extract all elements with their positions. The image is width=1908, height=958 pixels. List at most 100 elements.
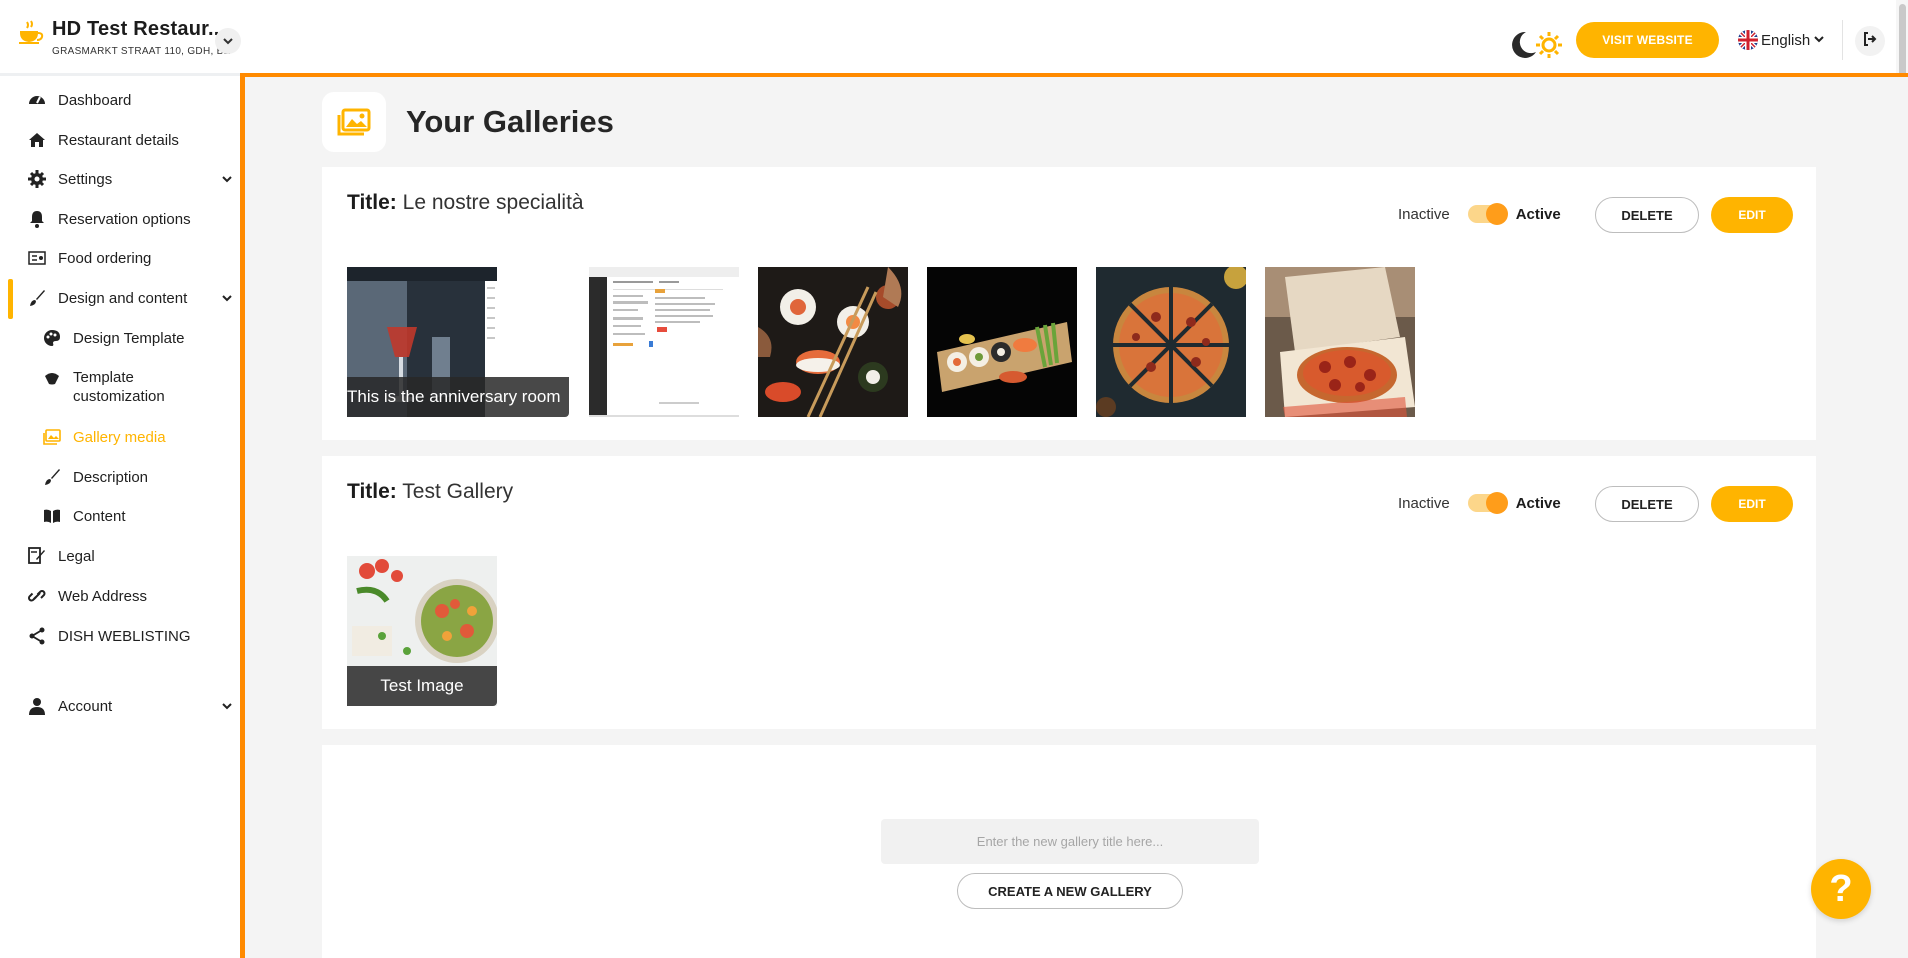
sidebar-item-legal[interactable]: Legal	[0, 538, 240, 574]
restaurant-address: GRASMARKT STRAAT 110, GDH, BE	[52, 46, 231, 57]
sidebar-item-label: Reservation options	[58, 210, 191, 228]
gallery-image[interactable]	[927, 267, 1077, 417]
sidebar-item-reservation-options[interactable]: Reservation options	[0, 201, 240, 237]
gallery-title-label: Title:	[347, 191, 397, 214]
gallery-image[interactable]	[589, 267, 739, 417]
top-bar: HD Test Restaur... GRASMARKT STRAAT 110,…	[0, 0, 1908, 76]
restaurant-switcher-button[interactable]	[215, 28, 241, 54]
coffee-cup-icon	[18, 20, 44, 46]
new-gallery-title-input[interactable]	[881, 819, 1259, 864]
edit-gallery-button[interactable]: EDIT	[1711, 486, 1793, 522]
sidebar-item-label: Food ordering	[58, 249, 152, 267]
sidebar-item-settings[interactable]: Settings	[0, 161, 240, 197]
moon-icon	[1508, 30, 1538, 65]
page-title: Your Galleries	[406, 104, 614, 139]
visit-website-button[interactable]: VISIT WEBSITE	[1576, 22, 1719, 58]
sidebar-item-label: Design Template	[73, 329, 185, 347]
chevron-down-icon	[220, 291, 234, 305]
eye-drop-icon	[43, 370, 61, 388]
gallery-image[interactable]: Test Image	[347, 556, 497, 706]
gallery-title: Title: Le nostre specialità	[347, 191, 584, 215]
gallery-status: Inactive Active	[1398, 203, 1561, 225]
sidebar-item-restaurant-details[interactable]: Restaurant details	[0, 122, 240, 158]
delete-gallery-button[interactable]: DELETE	[1595, 197, 1699, 233]
restaurant-name: HD Test Restaur...	[52, 18, 226, 40]
gallery-title-value: Le nostre specialità	[402, 191, 584, 214]
share-icon	[28, 627, 46, 645]
active-toggle[interactable]	[1467, 492, 1508, 514]
header-divider	[1842, 20, 1843, 60]
sidebar-item-template-customization[interactable]: Template customization	[0, 368, 240, 418]
page-header: Your Galleries	[322, 92, 614, 152]
sidebar-item-label: Settings	[58, 170, 113, 188]
bell-icon	[28, 210, 46, 228]
gallery-image[interactable]: This is the anniversary room	[347, 267, 569, 417]
food-icon	[28, 249, 46, 267]
theme-toggle[interactable]	[1508, 28, 1568, 62]
gallery-image[interactable]	[758, 267, 908, 417]
language-label: English	[1761, 31, 1811, 49]
sidebar-item-label: Description	[73, 468, 149, 486]
chevron-down-icon	[1814, 35, 1824, 46]
edit-gallery-button[interactable]: EDIT	[1711, 197, 1793, 233]
image-caption: This is the anniversary room	[347, 377, 569, 417]
link-icon	[28, 587, 46, 605]
active-label: Active	[1515, 494, 1561, 512]
chevron-down-icon	[220, 699, 234, 713]
home-icon	[28, 131, 46, 149]
palette-icon	[43, 329, 61, 347]
images-icon	[43, 428, 61, 446]
gallery-title: Title: Test Gallery	[347, 480, 513, 504]
image-caption: Test Image	[347, 666, 497, 706]
active-label: Active	[1515, 205, 1561, 223]
sidebar-item-design-and-content[interactable]: Design and content	[0, 280, 240, 316]
sidebar-item-dashboard[interactable]: Dashboard	[0, 82, 240, 118]
sidebar-item-label: Legal	[58, 547, 95, 565]
book-icon	[43, 507, 61, 525]
gear-icon	[28, 170, 46, 188]
inactive-label: Inactive	[1398, 205, 1450, 223]
sidebar-item-food-ordering[interactable]: Food ordering	[0, 240, 240, 276]
gallery-card: Title: Test Gallery Inactive Active DELE…	[322, 456, 1816, 729]
sun-icon	[1536, 32, 1562, 63]
sidebar-item-label: Restaurant details	[58, 131, 179, 149]
language-selector[interactable]: English	[1738, 28, 1824, 52]
signature-icon	[28, 547, 46, 565]
sidebar-item-dish-weblisting[interactable]: DISH WEBLISTING	[0, 618, 240, 654]
logout-button[interactable]	[1855, 26, 1885, 56]
brush-icon	[28, 289, 46, 307]
sidebar-item-account[interactable]: Account	[0, 688, 240, 724]
sidebar-item-label: Design and content	[58, 289, 188, 307]
help-button[interactable]: ?	[1811, 859, 1871, 919]
sidebar-item-design-template[interactable]: Design Template	[0, 320, 240, 356]
sidebar-item-label: DISH WEBLISTING	[58, 627, 191, 645]
gallery-title-label: Title:	[347, 480, 397, 503]
toggle-knob	[1485, 203, 1508, 225]
chevron-down-icon	[220, 172, 234, 186]
inactive-label: Inactive	[1398, 494, 1450, 512]
delete-gallery-button[interactable]: DELETE	[1595, 486, 1699, 522]
sidebar-item-description[interactable]: Description	[0, 459, 240, 495]
gallery-title-value: Test Gallery	[402, 480, 514, 503]
gallery-image[interactable]	[1096, 267, 1246, 417]
sidebar-item-label: Template	[73, 369, 134, 386]
logout-icon	[1863, 31, 1877, 51]
gallery-card: Title: Le nostre specialità Inactive Act…	[322, 167, 1816, 440]
sidebar-item-label: Dashboard	[58, 91, 132, 109]
sidebar-item-label-line2: customization	[73, 388, 165, 405]
dashboard-icon	[28, 91, 46, 109]
gallery-image[interactable]	[1265, 267, 1415, 417]
sidebar-item-content[interactable]: Content	[0, 498, 240, 534]
user-icon	[28, 697, 46, 715]
uk-flag-icon	[1738, 30, 1758, 50]
sidebar-item-label: Content	[73, 507, 126, 525]
sidebar-item-label: Web Address	[58, 587, 147, 605]
sidebar-item-label: Account	[58, 697, 113, 715]
toggle-knob	[1485, 492, 1508, 514]
create-gallery-button[interactable]: CREATE A NEW GALLERY	[957, 873, 1183, 909]
sidebar-item-web-address[interactable]: Web Address	[0, 578, 240, 614]
active-toggle[interactable]	[1467, 203, 1508, 225]
brand[interactable]: HD Test Restaur... GRASMARKT STRAAT 110,…	[18, 18, 231, 57]
brush-icon	[43, 468, 61, 486]
sidebar-item-gallery-media[interactable]: Gallery media	[0, 419, 240, 455]
